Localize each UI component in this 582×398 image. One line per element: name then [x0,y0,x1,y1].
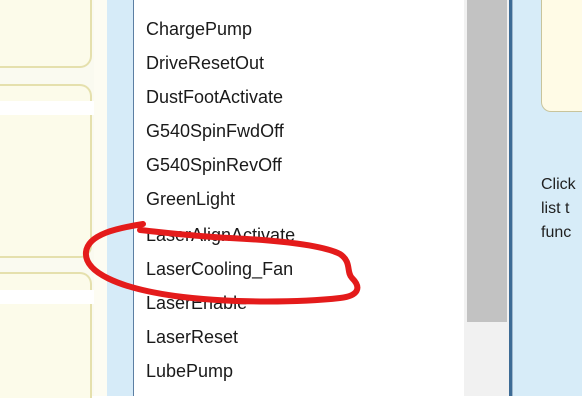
list-item[interactable]: DriveResetOut [146,52,264,74]
left-panel-channel [0,290,94,304]
help-text-line: Click [541,176,576,193]
left-panel-vertical-strip [94,0,108,396]
list-item[interactable]: LaserAlignActivate [146,224,295,246]
list-frame [107,0,134,396]
list-item[interactable]: G540SpinFwdOff [146,120,284,142]
scrollbar-thumb[interactable] [467,0,507,322]
list-item[interactable]: LaserCooling_Fan [146,258,293,280]
list-item[interactable]: G540SpinRevOff [146,154,282,176]
left-panel-block-top [0,0,92,68]
list-item[interactable]: LaserReset [146,326,238,348]
note-box [541,0,582,112]
left-panel-channel [0,101,94,115]
right-panel-divider [512,0,513,396]
help-text-line: list t [541,200,570,217]
list-item[interactable]: LubePump [146,360,233,382]
list-item[interactable]: GreenLight [146,188,235,210]
list-item[interactable]: LaserEnable [146,292,247,314]
list-item[interactable]: ChargePump [146,18,252,40]
help-text-line: func [541,224,572,241]
list-item[interactable]: DustFootActivate [146,86,283,108]
